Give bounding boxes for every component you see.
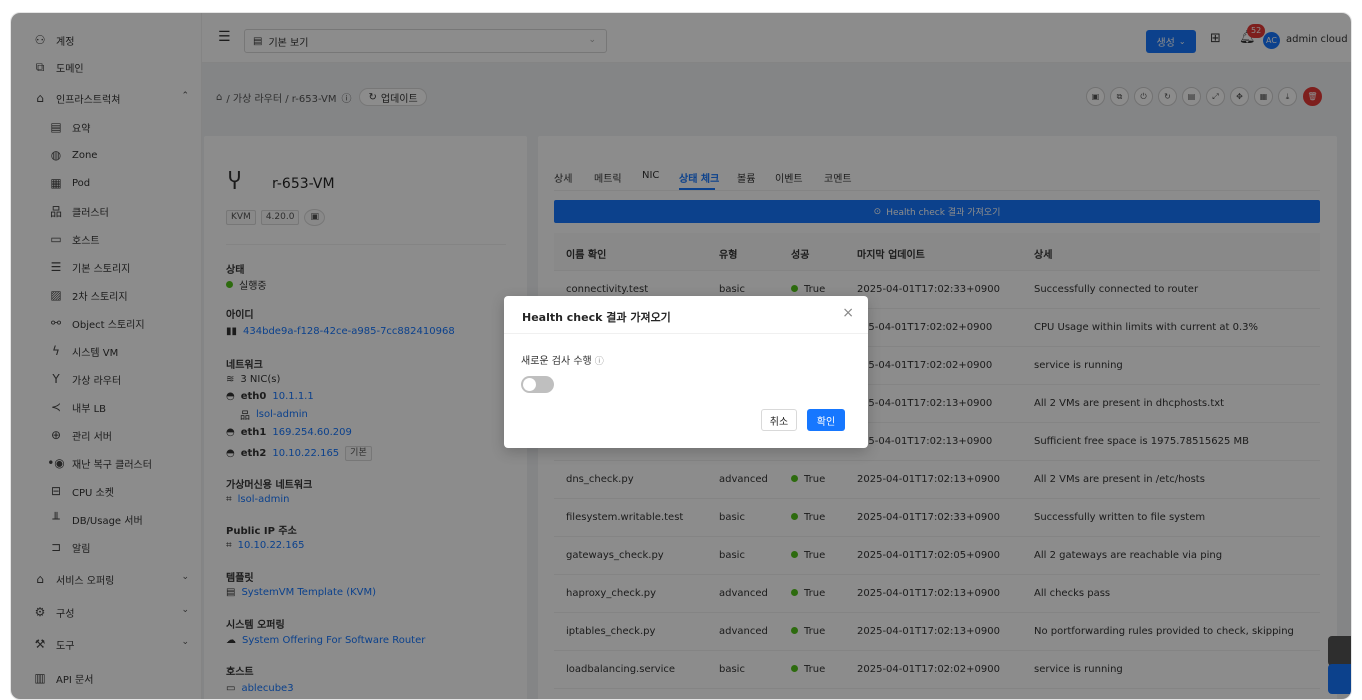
- perform-fresh-check-label: 새로운 검사 수행 ⓘ: [521, 356, 604, 367]
- health-check-modal: Health check 결과 가져오기 × 새로운 검사 수행 ⓘ 취소 확인: [504, 296, 868, 448]
- perform-fresh-check-toggle[interactable]: [521, 376, 554, 393]
- ok-button[interactable]: 확인: [807, 409, 845, 431]
- modal-divider: [504, 333, 868, 334]
- app-window: ⚇ 계정 ⧉ 도메인 ⌂ 인프라스트럭쳐 ⌃ ▤ 요약 ◍ Zone ▦ Pod 品 클러스터 …: [10, 12, 1352, 700]
- toggle-knob: [523, 378, 536, 391]
- cancel-button[interactable]: 취소: [761, 409, 797, 431]
- info-icon: ⓘ: [594, 357, 604, 367]
- modal-title: Health check 결과 가져오기: [522, 311, 671, 324]
- close-icon[interactable]: ×: [842, 305, 854, 321]
